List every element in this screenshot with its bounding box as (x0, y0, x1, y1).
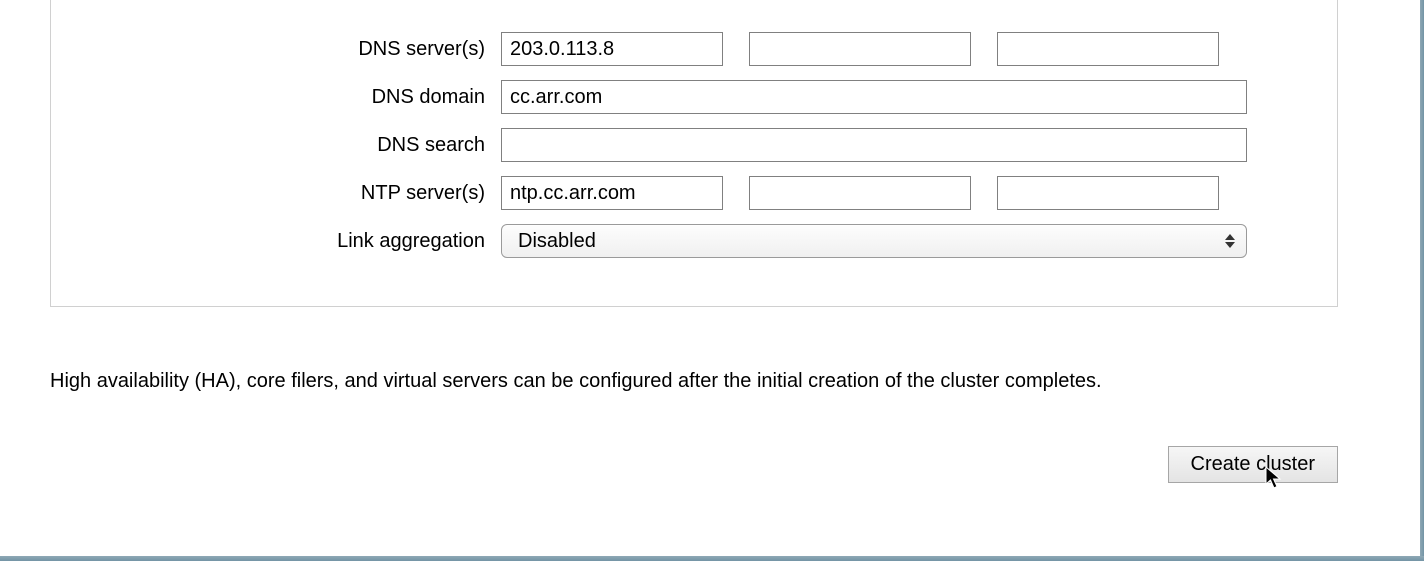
dns-server-input-3[interactable] (997, 32, 1219, 66)
dns-search-label: DNS search (101, 134, 501, 157)
link-aggregation-select[interactable]: Disabled (501, 224, 1247, 258)
dns-domain-label: DNS domain (101, 86, 501, 109)
ntp-server-input-1[interactable] (501, 176, 723, 210)
ntp-servers-fields (501, 176, 1287, 210)
network-config-panel: DNS server(s) DNS domain DNS search NTP … (50, 0, 1338, 307)
link-aggregation-row: Link aggregation Disabled (101, 224, 1287, 258)
dns-server-input-1[interactable] (501, 32, 723, 66)
dns-domain-row: DNS domain (101, 80, 1287, 114)
dns-servers-row: DNS server(s) (101, 32, 1287, 66)
dns-search-row: DNS search (101, 128, 1287, 162)
create-cluster-button[interactable]: Create cluster (1168, 446, 1339, 483)
link-aggregation-label: Link aggregation (101, 230, 501, 253)
ntp-server-input-2[interactable] (749, 176, 971, 210)
ntp-servers-label: NTP server(s) (101, 182, 501, 205)
ntp-servers-row: NTP server(s) (101, 176, 1287, 210)
dns-server-input-2[interactable] (749, 32, 971, 66)
dns-servers-fields (501, 32, 1287, 66)
frame-shadow-bottom (0, 556, 1424, 561)
post-config-hint: High availability (HA), core filers, and… (50, 370, 1102, 393)
dns-domain-input[interactable] (501, 80, 1247, 114)
action-row: Create cluster (1168, 446, 1339, 483)
dns-servers-label: DNS server(s) (101, 38, 501, 61)
ntp-server-input-3[interactable] (997, 176, 1219, 210)
frame-shadow-right (1420, 0, 1424, 561)
dns-search-input[interactable] (501, 128, 1247, 162)
